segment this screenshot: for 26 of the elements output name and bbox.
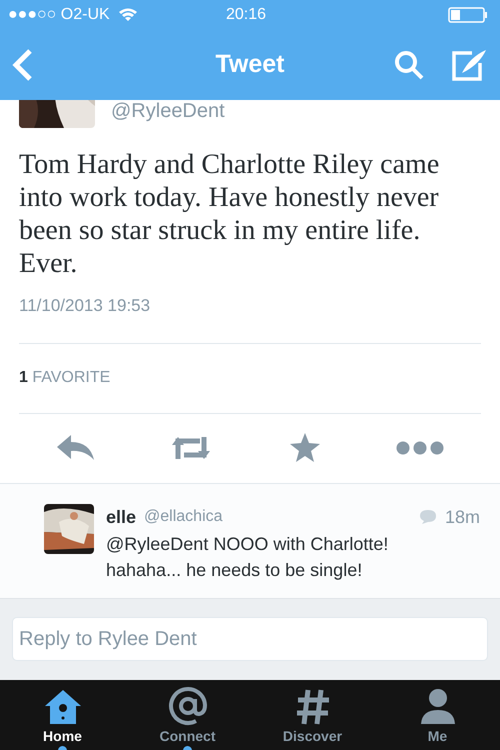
tab-item[interactable]: Home bbox=[0, 680, 125, 750]
reply-author-name: elle bbox=[106, 506, 136, 528]
reply-author-handle: @ellachica bbox=[144, 507, 223, 527]
speech-bubble-icon bbox=[418, 509, 437, 525]
carrier-name: ●●●○○ O2-UK bbox=[8, 5, 110, 25]
tab-item[interactable]: Discover bbox=[250, 680, 375, 750]
clock-time: 20:16 bbox=[226, 5, 266, 25]
tweet-text: Tom Hardy and Charlotte Riley came into work today. Have honestly never been so star struck in my entire life. Ever. bbox=[19, 148, 440, 280]
reply-input-field[interactable]: Reply to Rylee Dent bbox=[12, 617, 488, 662]
star-icon[interactable] bbox=[288, 433, 320, 463]
tweet-timestamp: 11/10/2013 19:53 bbox=[19, 295, 152, 317]
reply-time: 18m bbox=[444, 506, 480, 528]
more-icon[interactable] bbox=[396, 441, 444, 455]
wifi-icon bbox=[118, 7, 138, 23]
back-icon[interactable] bbox=[12, 49, 34, 81]
compose-icon[interactable] bbox=[452, 49, 488, 81]
tab-item[interactable]: Connect bbox=[125, 680, 250, 750]
page-title: Tweet bbox=[216, 49, 284, 80]
reply-text: @RyleeDent NOOO with Charlotte! hahaha... he needs to be single! bbox=[106, 532, 390, 582]
tab-item[interactable]: Me bbox=[375, 680, 500, 750]
reply-icon[interactable] bbox=[56, 435, 94, 461]
user-handle: @RyleeDent bbox=[111, 100, 225, 124]
at-sign-icon bbox=[168, 686, 208, 726]
favorite-count[interactable]: 1 FAVORITE bbox=[19, 366, 110, 390]
battery-icon bbox=[448, 7, 488, 23]
search-icon[interactable] bbox=[394, 50, 424, 80]
